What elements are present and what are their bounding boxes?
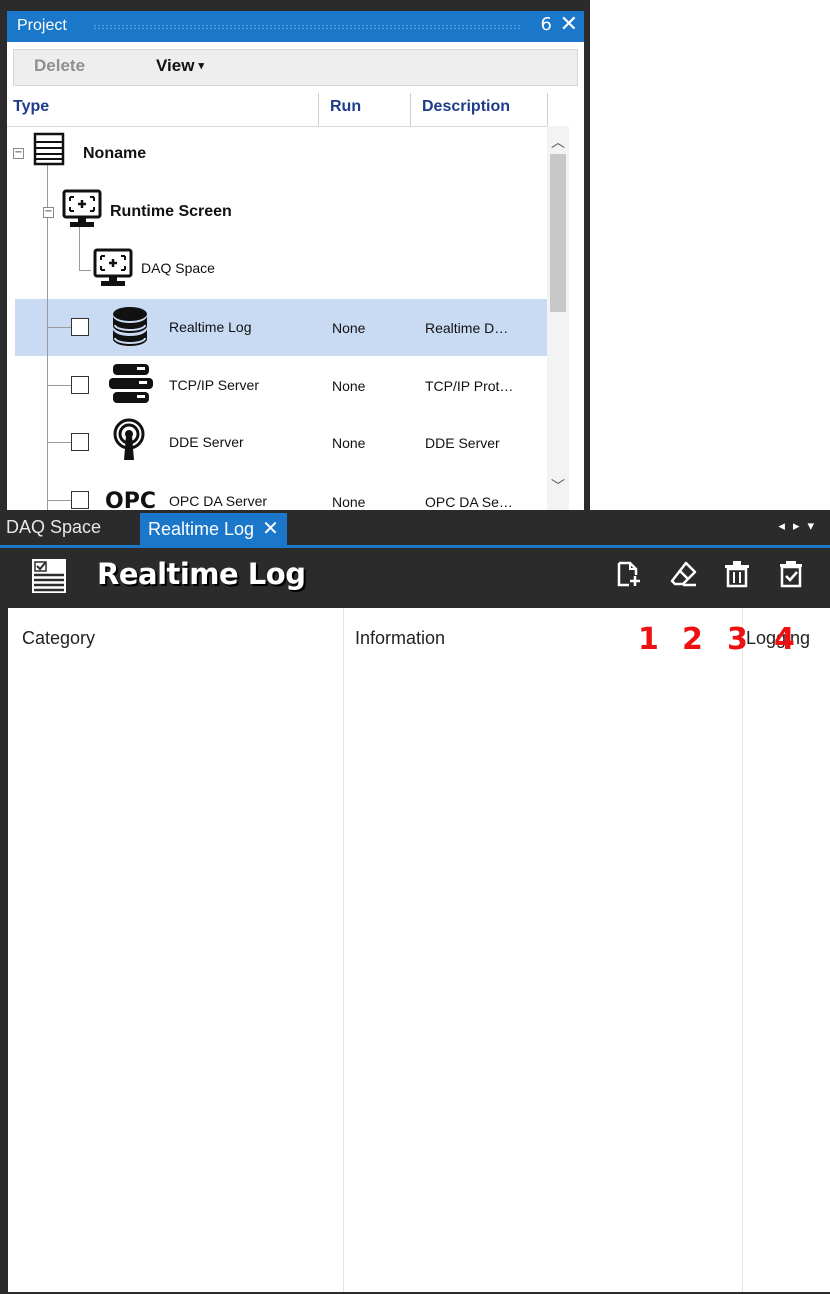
document-area: DAQ Space Realtime Log ✕ ◂▸▾ Realtime Log [0,510,830,1294]
run-value: None [332,320,366,336]
column-header-category[interactable]: Category [22,628,95,649]
document-header: Realtime Log [0,548,830,604]
chevron-left-icon[interactable]: ◂ [778,519,793,534]
tree-node-label: Runtime Screen [110,203,232,220]
tree-node-label: DAQ Space [141,260,215,276]
run-checkbox[interactable] [71,491,89,509]
chevron-right-icon[interactable]: ▸ [793,519,808,534]
clipboard-check-icon[interactable] [778,560,804,588]
monitor-icon [93,248,133,286]
column-header-run[interactable]: Run [330,98,361,116]
view-label: View [156,56,195,75]
project-tree-view: Delete View▾ Type Run Description ︿ ﹀ − [7,42,584,510]
realtime-log-table: Category Information Logging [8,608,830,1292]
tree-node-label: TCP/IP Server [169,377,259,393]
run-value: None [332,378,366,394]
page-title: Realtime Log [97,557,306,591]
description-value: DDE Server [425,435,500,451]
run-checkbox[interactable] [71,318,89,336]
close-icon[interactable]: ✕ [560,12,578,37]
tree-line [79,270,91,271]
tree-node-label: DDE Server [169,434,244,450]
trash-icon[interactable] [724,560,750,588]
close-icon[interactable]: ✕ [262,518,279,540]
description-value: TCP/IP Prot… [425,378,514,394]
run-checkbox[interactable] [71,376,89,394]
run-value: None [332,494,366,510]
collapse-toggle[interactable]: − [43,207,54,218]
view-menu-button[interactable]: View ▾ [156,56,204,76]
vertical-scrollbar[interactable]: ︿ ﹀ [547,126,569,510]
project-toolbar: Delete View ▾ [13,49,578,86]
project-titlebar: Project 𝟨 ✕ [7,11,584,42]
eraser-edit-icon[interactable] [670,560,698,588]
annotation-number: 2 [682,622,703,657]
pin-icon[interactable]: 𝟨 [541,14,552,35]
log-sheet-icon [32,559,66,593]
annotation-number: 1 [638,622,659,657]
tree-line [47,385,71,386]
tree-line [47,442,71,443]
tab-daq-space[interactable]: DAQ Space [6,517,101,538]
scrollbar-thumb[interactable] [550,154,566,312]
chevron-down-icon: ▾ [198,60,204,72]
server-stack-icon [109,364,153,403]
opc-logo-icon: OPC [105,489,156,510]
add-document-icon[interactable] [616,560,642,588]
project-title: Project [17,17,67,34]
column-divider[interactable] [318,93,319,127]
tree-line [79,222,80,270]
tab-navigation: ◂▸▾ [778,519,822,534]
document-list-icon [33,132,65,166]
project-panel: Project 𝟨 ✕ Delete View ▾ Type Run Descri… [0,0,590,510]
database-icon [113,307,147,346]
column-header-description[interactable]: Description [422,98,510,116]
tree-node-label: Realtime Log [169,319,252,335]
tree-line [47,327,71,328]
chevron-down-icon[interactable]: ▾ [807,519,822,534]
tab-strip: DAQ Space Realtime Log ✕ ◂▸▾ [0,510,830,548]
column-divider[interactable] [410,93,411,127]
column-header-information[interactable]: Information [355,628,445,649]
monitor-icon [62,189,102,227]
tree-line [47,500,71,501]
tree-node-label: Noname [83,145,147,162]
column-divider[interactable] [343,608,344,1292]
description-value: OPC DA Se… [425,494,513,510]
chevron-down-icon[interactable]: ﹀ [547,476,569,496]
run-value: None [332,435,366,451]
chevron-up-icon[interactable]: ︿ [547,132,569,152]
delete-button[interactable]: Delete [34,56,85,76]
collapse-toggle[interactable]: − [13,148,24,159]
broadcast-antenna-icon [113,418,145,460]
titlebar-grip[interactable] [93,24,522,30]
tree-node-label: OPC DA Server [169,493,268,509]
description-value: Realtime D… [425,320,509,336]
column-header-type[interactable]: Type [13,98,49,116]
column-divider[interactable] [742,608,743,1292]
annotation-number: 3 [727,622,748,657]
tab-label: Realtime Log [148,519,255,539]
annotation-number: 4 [774,622,795,657]
column-divider [547,93,548,127]
header-divider [7,126,567,127]
run-checkbox[interactable] [71,433,89,451]
tab-realtime-log[interactable]: Realtime Log ✕ [140,513,287,546]
svg-text:OPC: OPC [105,489,156,510]
